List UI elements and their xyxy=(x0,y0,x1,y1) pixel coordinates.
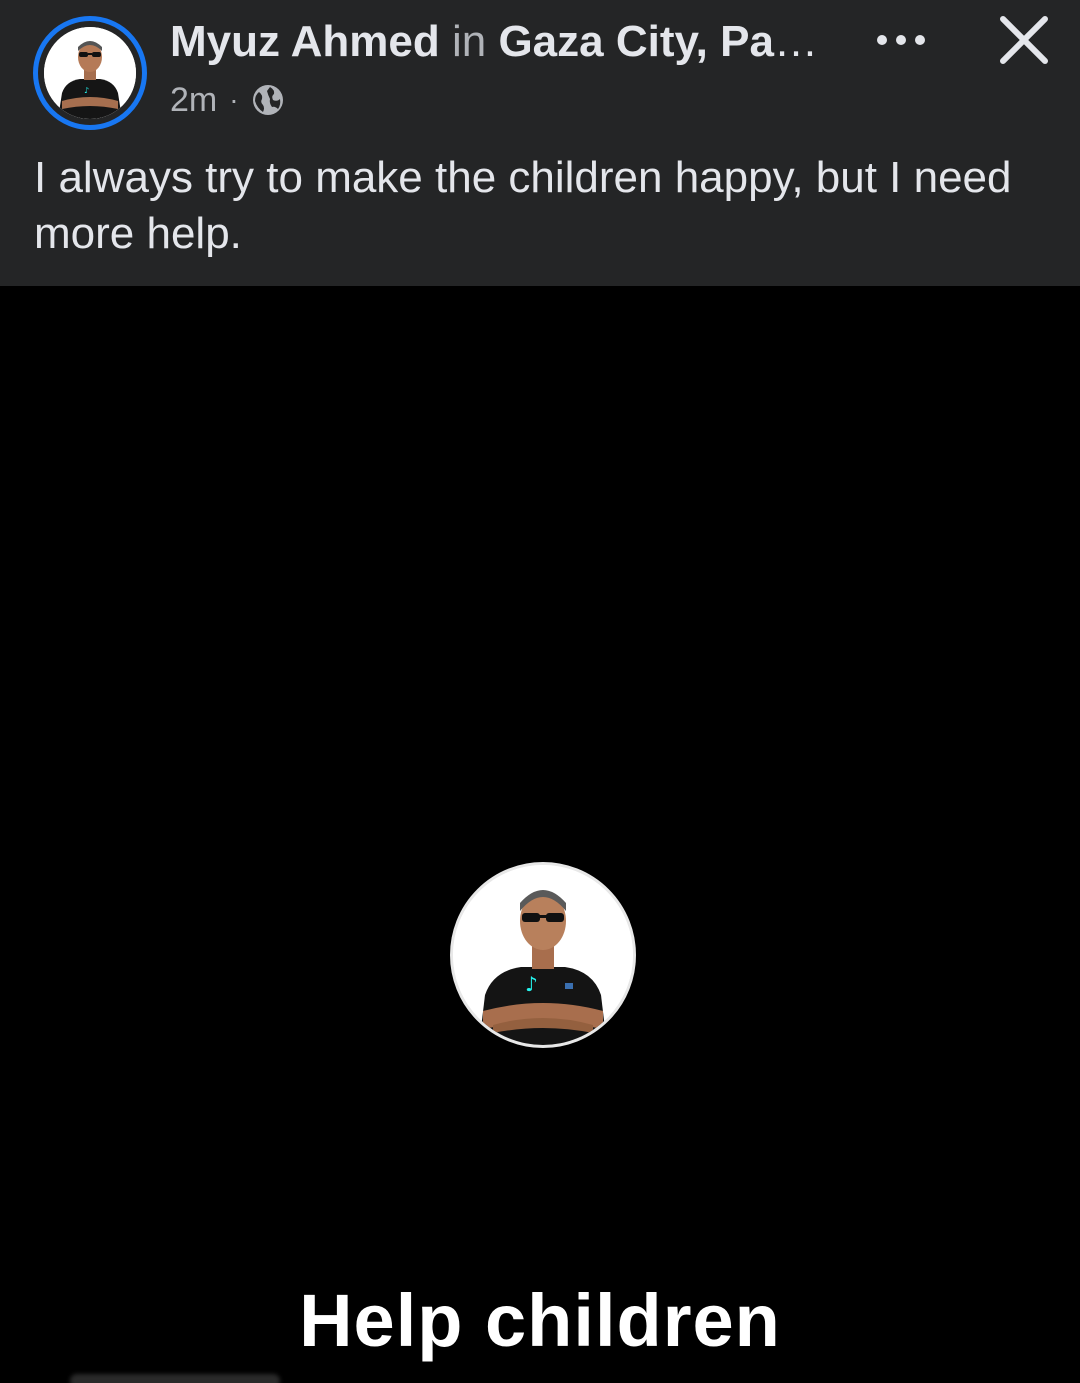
post-viewer: ♪ Myuz Ahmed in Gaza City, Pale... 2m · xyxy=(0,0,1080,1383)
post-meta: 2m · xyxy=(170,78,285,122)
video-progress-indicator xyxy=(70,1374,280,1383)
title-connector: in xyxy=(451,17,487,66)
author-name[interactable]: Myuz Ahmed xyxy=(170,17,440,66)
close-icon xyxy=(1000,16,1048,64)
meta-separator: · xyxy=(229,84,239,115)
author-avatar[interactable]: ♪ xyxy=(33,16,147,130)
video-caption: Help children xyxy=(299,1279,781,1362)
globe-icon xyxy=(251,83,285,117)
video-player[interactable]: ♪ Help children xyxy=(0,286,1080,1383)
close-button[interactable] xyxy=(992,8,1056,72)
post-timestamp[interactable]: 2m xyxy=(170,81,217,120)
location-name[interactable]: Gaza City, Pale... xyxy=(498,17,830,66)
video-profile-photo: ♪ xyxy=(450,862,636,1048)
post-text: I always try to make the children happy,… xyxy=(34,153,1012,258)
svg-text:♪: ♪ xyxy=(84,86,89,95)
more-options-button[interactable] xyxy=(866,18,936,62)
svg-text:♪: ♪ xyxy=(525,972,538,996)
post-header: ♪ Myuz Ahmed in Gaza City, Pale... 2m · xyxy=(0,0,1080,286)
post-title-line: Myuz Ahmed in Gaza City, Pale... xyxy=(170,14,830,70)
author-avatar-photo: ♪ xyxy=(44,27,136,119)
more-options-icon xyxy=(877,35,925,45)
